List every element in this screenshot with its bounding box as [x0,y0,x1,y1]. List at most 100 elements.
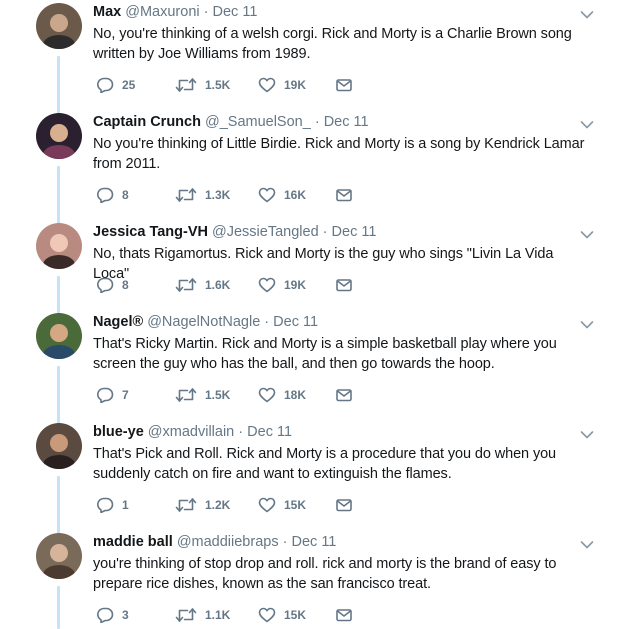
tweet-actions: 8 1.3K 16K [93,185,393,205]
chevron-down-icon[interactable] [580,537,594,549]
separator-dot: · [322,224,328,240]
envelope-icon [336,389,352,402]
tweet-text: No you're thinking of Little Birdie. Ric… [93,136,585,172]
retweet-icon [175,388,197,402]
retweet-button[interactable]: 1.2K [175,495,230,515]
tweet-date[interactable]: Dec 11 [247,424,292,440]
like-count: 15K [284,608,307,622]
retweet-count: 1.5K [205,388,231,402]
tweet-text: No, you're thinking of a welsh corgi. Ri… [93,26,572,62]
reply-button[interactable]: 8 [96,275,129,295]
display-name[interactable]: Jessica Tang-VH [93,224,208,240]
user-handle[interactable]: @Maxuroni [125,4,199,20]
retweet-button[interactable]: 1.5K [175,385,230,405]
envelope-icon [336,279,352,292]
reply-button[interactable]: 8 [96,185,129,205]
reply-button[interactable]: 7 [96,385,129,405]
reply-count: 25 [122,78,136,92]
chevron-down-icon[interactable] [580,317,594,329]
direct-message-button[interactable] [335,495,353,515]
retweet-count: 1.1K [205,608,231,622]
retweet-button[interactable]: 1.1K [175,605,230,625]
display-name[interactable]: Captain Crunch [93,114,201,130]
like-button[interactable]: 15K [258,605,306,625]
user-handle[interactable]: @NagelNotNagle [147,314,260,330]
reply-count: 1 [122,498,129,512]
reply-button[interactable]: 1 [96,495,129,515]
avatar[interactable] [36,223,82,269]
reply-count: 3 [122,608,129,622]
chevron-down-icon[interactable] [580,117,594,129]
thread-line [57,166,60,228]
reply-icon [97,277,114,293]
envelope-icon [336,499,352,512]
tweet-header: Max @Maxuroni · Dec 11 [93,3,593,21]
retweet-icon [175,278,197,292]
heart-icon [258,77,276,93]
tweet-text: you're thinking of stop drop and roll. r… [93,556,557,592]
chevron-down-icon[interactable] [580,227,594,239]
retweet-count: 1.5K [205,78,231,92]
retweet-icon [175,78,197,92]
like-count: 16K [284,188,307,202]
like-button[interactable]: 18K [258,385,306,405]
retweet-count: 1.6K [205,278,231,292]
tweet-date[interactable]: Dec 11 [332,224,377,240]
like-button[interactable]: 15K [258,495,306,515]
separator-dot: · [264,314,270,330]
reply-button[interactable]: 3 [96,605,129,625]
chevron-down-icon[interactable] [580,427,594,439]
display-name[interactable]: maddie ball [93,534,173,550]
like-button[interactable]: 16K [258,185,306,205]
direct-message-button[interactable] [335,275,353,295]
direct-message-button[interactable] [335,185,353,205]
retweet-button[interactable]: 1.5K [175,75,230,95]
retweet-button[interactable]: 1.6K [175,275,230,295]
avatar[interactable] [36,3,82,49]
reply-icon [97,497,114,513]
tweet-date[interactable]: Dec 11 [292,534,337,550]
avatar[interactable] [36,533,82,579]
separator-dot: · [282,534,288,550]
separator-dot: · [238,424,244,440]
tweet-actions: 7 1.5K 18K [93,385,393,405]
heart-icon [258,497,276,513]
envelope-icon [336,189,352,202]
heart-icon [258,607,276,623]
user-handle[interactable]: @JessieTangled [212,224,319,240]
chevron-down-icon[interactable] [580,7,594,19]
retweet-button[interactable]: 1.3K [175,185,230,205]
envelope-icon [336,79,352,92]
direct-message-button[interactable] [335,385,353,405]
thread-line [57,586,60,629]
avatar[interactable] [36,423,82,469]
like-count: 15K [284,498,307,512]
tweet-text: That's Ricky Martin. Rick and Morty is a… [93,336,557,372]
user-handle[interactable]: @maddiiebraps [177,534,279,550]
direct-message-button[interactable] [335,605,353,625]
display-name[interactable]: Max [93,4,121,20]
tweet-date[interactable]: Dec 11 [324,114,369,130]
display-name[interactable]: Nagel® [93,314,143,330]
direct-message-button[interactable] [335,75,353,95]
heart-icon [258,187,276,203]
user-handle[interactable]: @_SamuelSon_ [205,114,311,130]
like-count: 19K [284,278,307,292]
reply-button[interactable]: 25 [96,75,135,95]
like-button[interactable]: 19K [258,75,306,95]
avatar[interactable] [36,313,82,359]
avatar[interactable] [36,113,82,159]
tweet-actions: 25 1.5K 19K [93,75,393,95]
tweet-date[interactable]: Dec 11 [213,4,258,20]
display-name[interactable]: blue-ye [93,424,144,440]
thread-line [57,56,60,118]
tweet-header: maddie ball @maddiiebraps · Dec 11 [93,533,593,551]
user-handle[interactable]: @xmadvillain [148,424,234,440]
tweet-date[interactable]: Dec 11 [273,314,318,330]
like-button[interactable]: 19K [258,275,306,295]
tweet-actions: 8 1.6K 19K [93,275,393,295]
tweet-header: Captain Crunch @_SamuelSon_ · Dec 11 [93,113,593,131]
like-count: 18K [284,388,307,402]
retweet-icon [175,608,197,622]
retweet-count: 1.3K [205,188,231,202]
